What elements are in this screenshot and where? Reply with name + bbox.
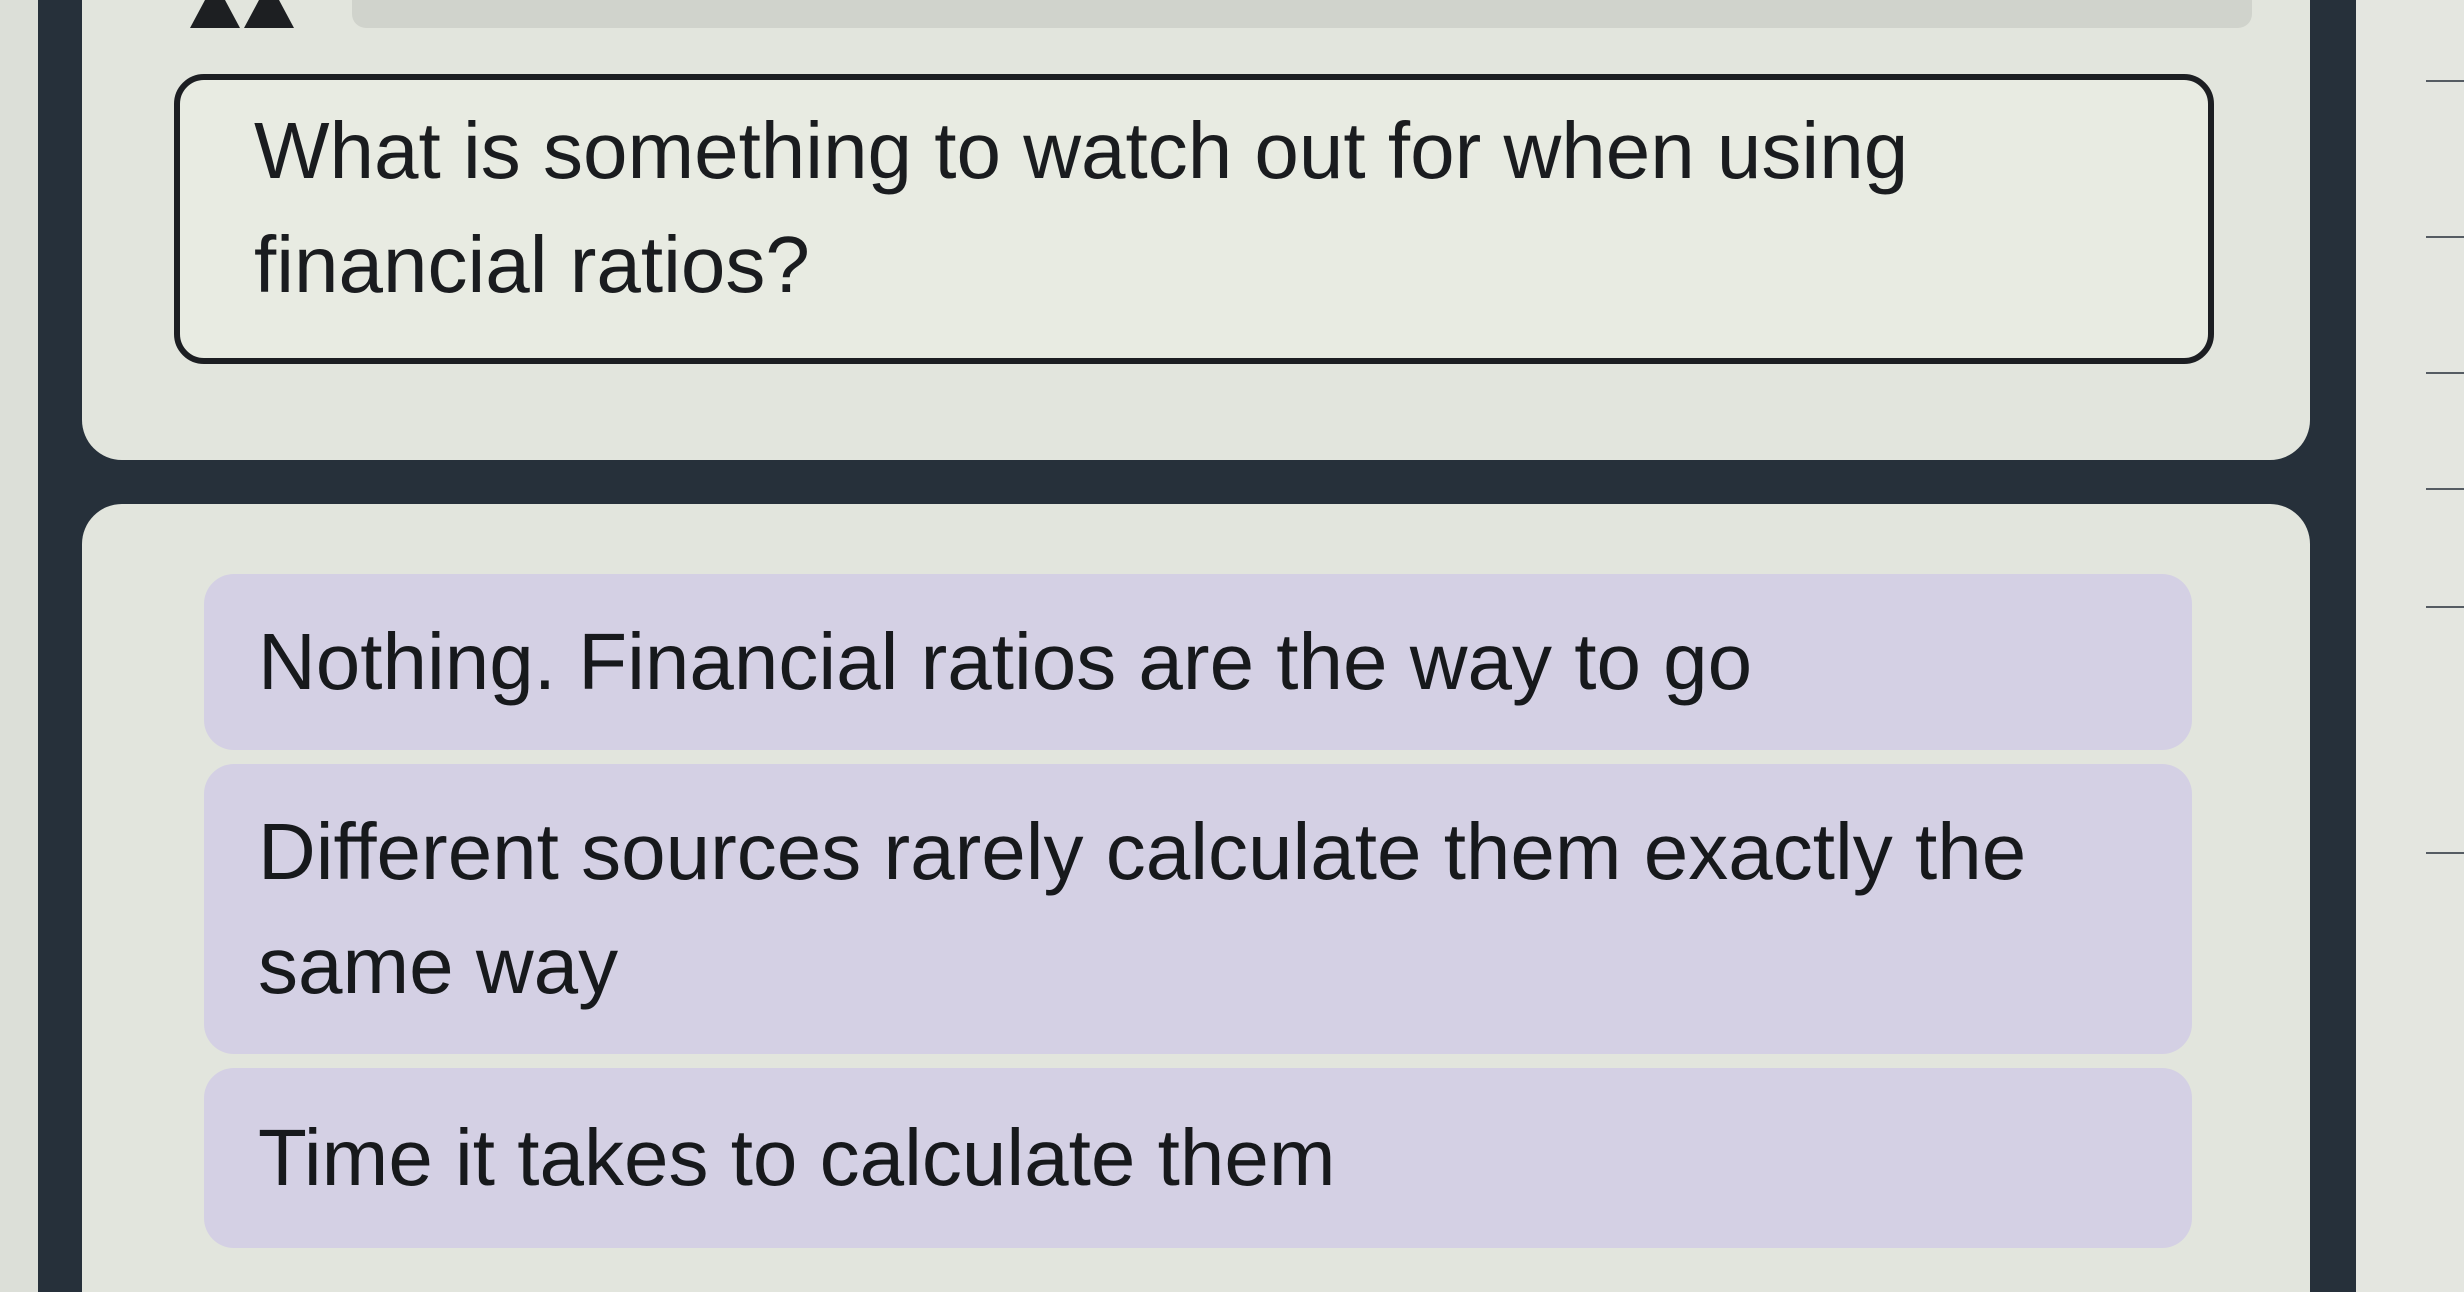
right-edge-panel xyxy=(2356,0,2464,1292)
answer-option-1[interactable]: Nothing. Financial ratios are the way to… xyxy=(204,574,2192,750)
answer-option-label: Different sources rarely calculate them … xyxy=(258,807,2027,1010)
question-card: What is something to watch out for when … xyxy=(82,0,2310,460)
edge-divider xyxy=(2426,852,2464,854)
answer-option-label: Time it takes to calculate them xyxy=(258,1113,1336,1202)
edge-divider xyxy=(2426,80,2464,82)
answer-option-3[interactable]: Time it takes to calculate them xyxy=(204,1068,2192,1248)
edge-divider xyxy=(2426,236,2464,238)
edge-divider xyxy=(2426,606,2464,608)
edge-divider xyxy=(2426,372,2464,374)
question-box: What is something to watch out for when … xyxy=(174,74,2214,364)
header-bar xyxy=(352,0,2252,28)
edge-divider xyxy=(2426,488,2464,490)
answer-option-label: Nothing. Financial ratios are the way to… xyxy=(258,617,1753,706)
answers-card: Nothing. Financial ratios are the way to… xyxy=(82,504,2310,1292)
answer-option-2[interactable]: Different sources rarely calculate them … xyxy=(204,764,2192,1054)
question-text: What is something to watch out for when … xyxy=(254,106,1909,309)
